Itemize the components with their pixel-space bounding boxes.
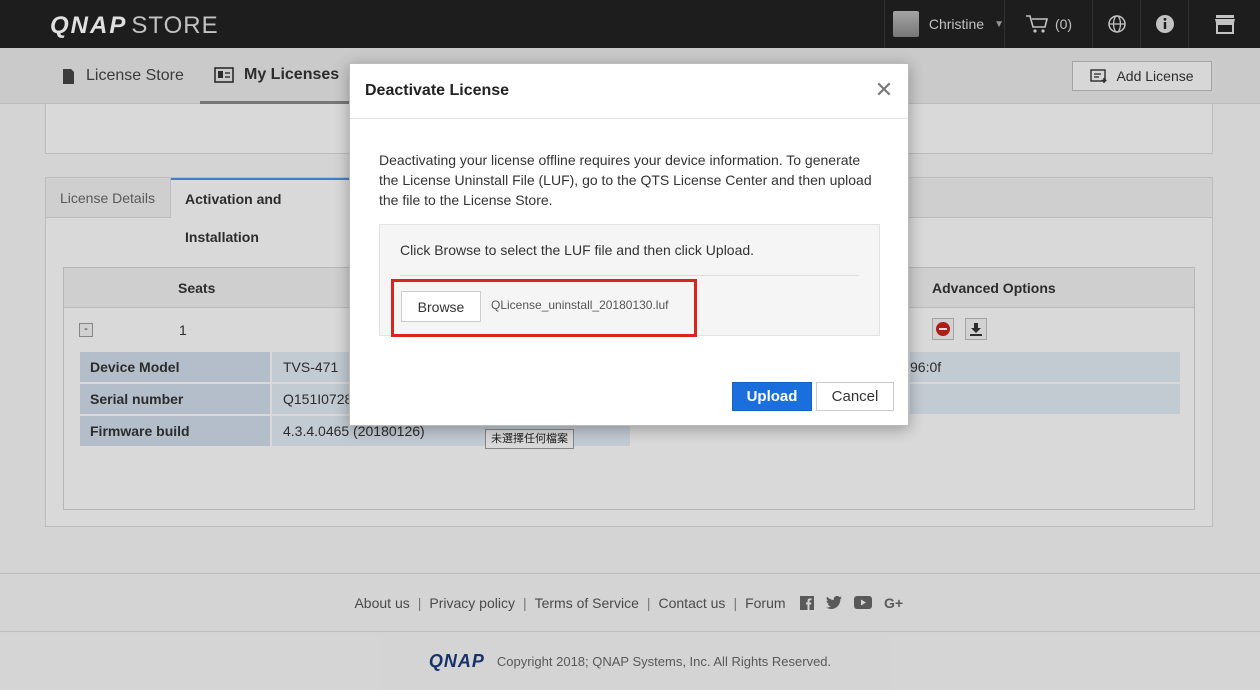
deactivate-license-dialog: Deactivate License ✕ Deactivating your l… xyxy=(349,63,909,426)
dialog-title: Deactivate License xyxy=(365,82,510,99)
upload-button[interactable]: Upload xyxy=(732,382,812,411)
close-icon[interactable]: ✕ xyxy=(874,78,894,102)
browse-button[interactable]: Browse xyxy=(401,291,481,322)
upload-section: Click Browse to select the LUF file and … xyxy=(379,224,880,337)
upload-instruction: Click Browse to select the LUF file and … xyxy=(400,242,755,258)
dialog-description: Deactivating your license offline requir… xyxy=(379,152,872,208)
divider xyxy=(400,275,859,276)
dialog-header: Deactivate License ✕ xyxy=(350,64,908,119)
cancel-button[interactable]: Cancel xyxy=(816,382,894,411)
selected-file-name: QLicense_uninstall_20180130.luf xyxy=(491,298,669,312)
